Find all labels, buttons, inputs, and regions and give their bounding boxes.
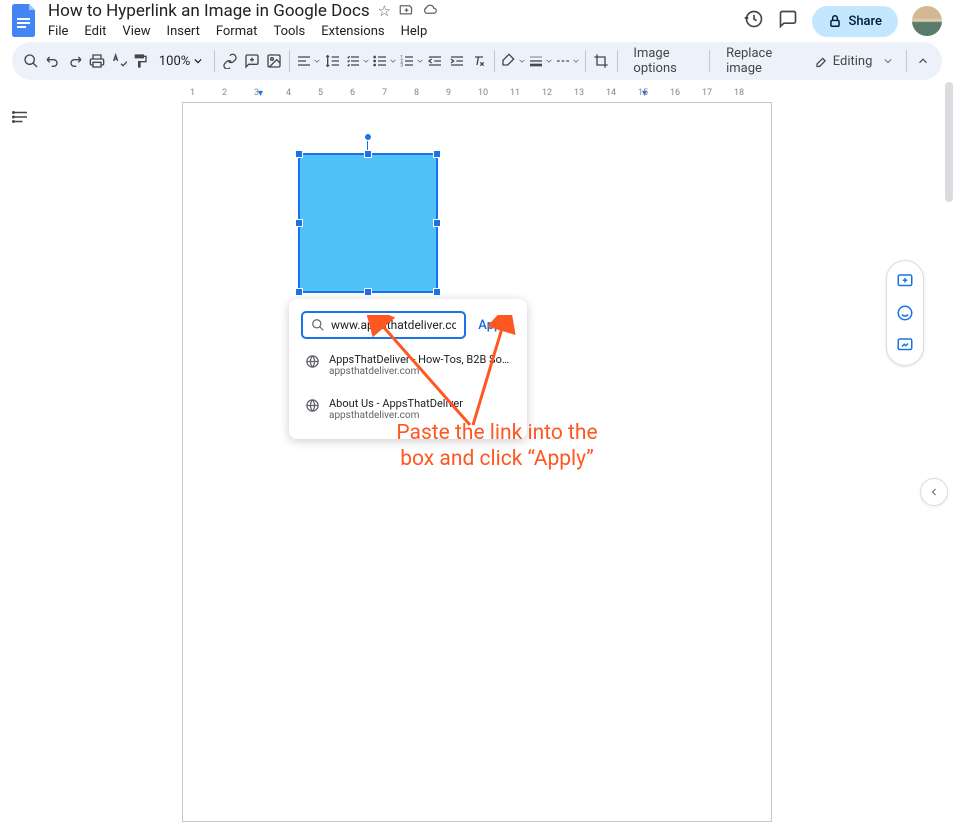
search-icon[interactable]: [22, 48, 41, 74]
border-color-icon[interactable]: [501, 48, 525, 74]
zoom-select[interactable]: 100%: [153, 54, 208, 69]
align-icon[interactable]: [296, 48, 320, 74]
apply-button[interactable]: Apply: [474, 318, 515, 333]
selected-image[interactable]: [298, 153, 438, 293]
link-icon[interactable]: [221, 48, 240, 74]
suggestion-title: AppsThatDeliver - How-Tos, B2B Software …: [329, 353, 511, 366]
image-options-button[interactable]: Image options: [623, 46, 703, 76]
annotation-text: Paste the link into the box and click “A…: [352, 420, 642, 473]
scrollbar[interactable]: [944, 82, 954, 512]
resize-handle[interactable]: [295, 219, 303, 227]
rotate-handle[interactable]: [364, 133, 372, 141]
outline-icon[interactable]: [12, 108, 30, 510]
checklist-icon[interactable]: [345, 48, 369, 74]
resize-handle[interactable]: [364, 150, 372, 158]
decrease-indent-icon[interactable]: [426, 48, 445, 74]
line-spacing-icon[interactable]: [323, 48, 342, 74]
docs-logo[interactable]: [12, 4, 38, 38]
border-dash-icon[interactable]: [555, 48, 579, 74]
globe-icon: [305, 398, 321, 414]
resize-handle[interactable]: [364, 288, 372, 296]
crop-icon[interactable]: [592, 48, 611, 74]
border-weight-icon[interactable]: [528, 48, 552, 74]
link-popup: Apply AppsThatDeliver - How-Tos, B2B Sof…: [289, 299, 527, 439]
move-icon[interactable]: [399, 2, 414, 21]
redo-icon[interactable]: [66, 48, 85, 74]
editing-mode-button[interactable]: Editing: [804, 54, 901, 69]
suggestion-url: appsthatdeliver.com: [329, 366, 511, 377]
clear-format-icon[interactable]: [470, 48, 489, 74]
menu-bar: File Edit View Insert Format Tools Exten…: [48, 22, 734, 41]
resize-handle[interactable]: [295, 288, 303, 296]
menu-tools[interactable]: Tools: [265, 22, 313, 41]
ruler[interactable]: ▾ ▾ 123456789101112131415161718: [182, 88, 772, 102]
suggestion-title: About Us - AppsThatDeliver: [329, 397, 463, 410]
share-label: Share: [848, 14, 882, 29]
toolbar: 100% 123 Image options Replace image Edi…: [12, 42, 942, 80]
insert-image-icon[interactable]: [265, 48, 284, 74]
menu-view[interactable]: View: [114, 22, 158, 41]
replace-image-button[interactable]: Replace image: [716, 46, 798, 76]
star-icon[interactable]: ☆: [378, 2, 391, 20]
increase-indent-icon[interactable]: [448, 48, 467, 74]
menu-help[interactable]: Help: [393, 22, 436, 41]
svg-text:3: 3: [400, 62, 403, 68]
spellcheck-icon[interactable]: [109, 48, 128, 74]
link-suggestion[interactable]: AppsThatDeliver - How-Tos, B2B Software …: [301, 347, 515, 383]
resize-handle[interactable]: [295, 150, 303, 158]
numbered-list-icon[interactable]: 123: [399, 48, 423, 74]
resize-handle[interactable]: [433, 219, 441, 227]
menu-file[interactable]: File: [48, 22, 76, 41]
menu-extensions[interactable]: Extensions: [313, 22, 392, 41]
collapse-icon[interactable]: [913, 48, 932, 74]
paint-format-icon[interactable]: [131, 48, 150, 74]
emoji-icon[interactable]: [891, 299, 919, 327]
add-comment-icon[interactable]: [891, 267, 919, 295]
menu-format[interactable]: Format: [208, 22, 266, 41]
resize-handle[interactable]: [433, 150, 441, 158]
menu-insert[interactable]: Insert: [159, 22, 208, 41]
bulleted-list-icon[interactable]: [372, 48, 396, 74]
undo-icon[interactable]: [44, 48, 63, 74]
side-action-panel: [886, 260, 924, 366]
menu-edit[interactable]: Edit: [76, 22, 114, 41]
add-comment-icon[interactable]: [243, 48, 262, 74]
print-icon[interactable]: [87, 48, 106, 74]
suggest-edit-icon[interactable]: [891, 331, 919, 359]
resize-handle[interactable]: [433, 288, 441, 296]
history-icon[interactable]: [744, 9, 764, 33]
link-url-input[interactable]: [331, 318, 456, 332]
comment-icon[interactable]: [778, 9, 798, 33]
avatar[interactable]: [912, 6, 942, 36]
globe-icon: [305, 354, 321, 370]
share-button[interactable]: Share: [812, 6, 898, 37]
doc-title[interactable]: How to Hyperlink an Image in Google Docs: [48, 1, 370, 21]
cloud-icon[interactable]: [422, 2, 438, 21]
